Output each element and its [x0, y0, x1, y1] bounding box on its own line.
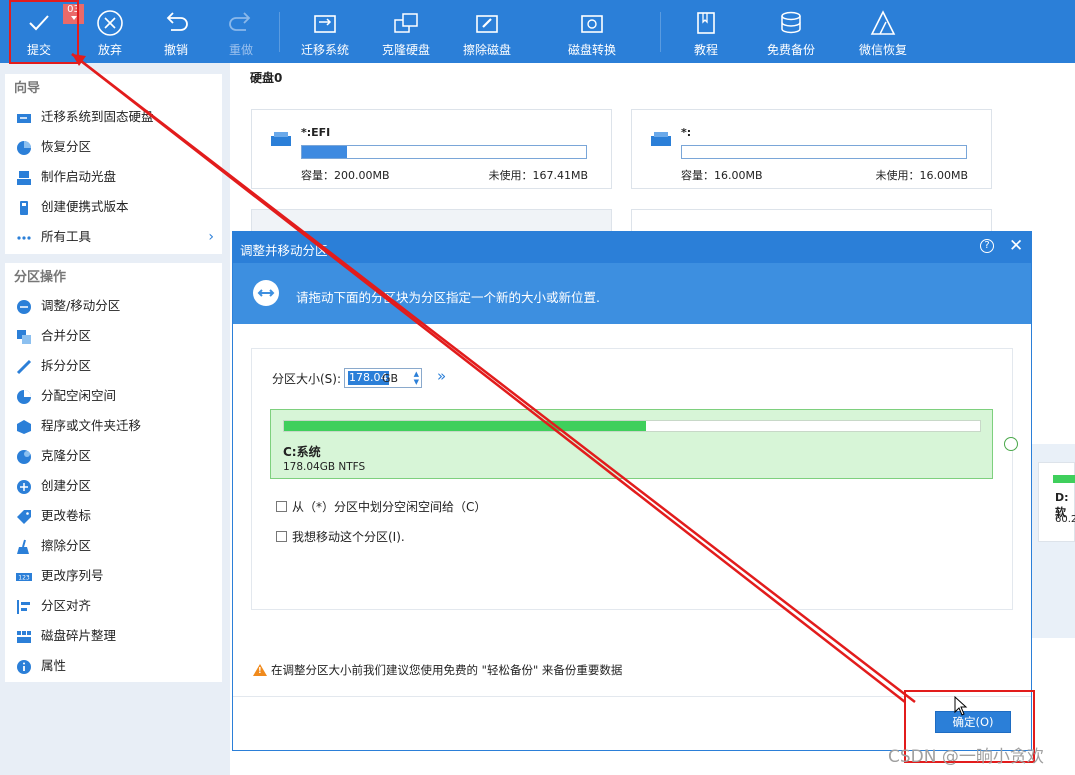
annotation-arrow-line — [71, 53, 906, 703]
mouse-cursor-icon — [954, 696, 968, 716]
watermark: CSDN @一晌小贪欢 — [888, 747, 1044, 767]
annotation-arrows — [71, 53, 916, 703]
